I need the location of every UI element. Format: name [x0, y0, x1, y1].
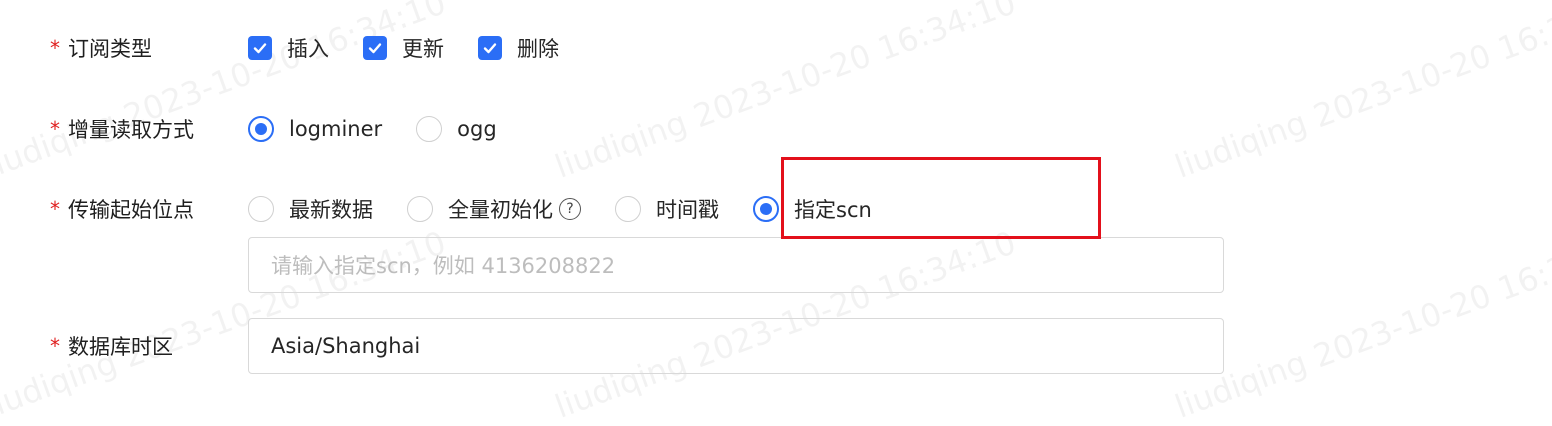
delete-checkbox-label[interactable]: 删除 [517, 33, 559, 63]
timestamp-radio[interactable] [615, 196, 641, 222]
subscribe-type-label-text: 订阅类型 [68, 37, 152, 61]
update-checkbox-label[interactable]: 更新 [402, 33, 444, 63]
insert-checkbox[interactable] [248, 36, 272, 60]
full-init-radio[interactable] [407, 196, 433, 222]
specified-scn-radio-label[interactable]: 指定scn [794, 194, 872, 224]
required-mark: * [50, 197, 60, 221]
logminer-radio[interactable] [248, 116, 274, 142]
incremental-read-label: * 增量读取方式 [50, 111, 194, 147]
latest-data-radio[interactable] [248, 196, 274, 222]
logminer-radio-label[interactable]: logminer [289, 117, 382, 141]
start-position-label: * 传输起始位点 [50, 191, 194, 227]
check-icon [368, 43, 382, 54]
check-icon [253, 43, 267, 54]
watermark-text: liudiqing 2023-10-20 16:34:10 [0, 0, 451, 186]
latest-data-radio-label[interactable]: 最新数据 [289, 194, 373, 224]
subscribe-type-options: 插入 更新 删除 [248, 30, 559, 66]
incremental-read-label-text: 增量读取方式 [68, 118, 194, 142]
start-position-label-text: 传输起始位点 [68, 198, 194, 222]
required-mark: * [50, 36, 60, 60]
check-icon [483, 43, 497, 54]
watermark-text: liudiqing 2023-10-20 16:34:10 [1170, 223, 1552, 426]
insert-checkbox-label[interactable]: 插入 [287, 33, 329, 63]
incremental-read-options: logminer ogg [248, 111, 497, 147]
db-timezone-value: Asia/Shanghai [271, 334, 421, 358]
timestamp-radio-label[interactable]: 时间戳 [656, 194, 719, 224]
update-checkbox[interactable] [363, 36, 387, 60]
db-timezone-input[interactable]: Asia/Shanghai [248, 318, 1224, 374]
subscribe-type-label: * 订阅类型 [50, 30, 152, 66]
db-timezone-label-text: 数据库时区 [68, 335, 173, 359]
specified-scn-radio[interactable] [753, 196, 779, 222]
required-mark: * [50, 334, 60, 358]
watermark-text: liudiqing 2023-10-20 16:34:10 [550, 0, 1021, 186]
question-circle-icon[interactable]: ? [559, 198, 581, 220]
scn-input-placeholder: 请输入指定scn，例如 4136208822 [271, 254, 616, 278]
delete-checkbox[interactable] [478, 36, 502, 60]
start-position-options: 最新数据 全量初始化 ? 时间戳 指定scn [248, 191, 872, 227]
full-init-radio-label[interactable]: 全量初始化 [448, 194, 553, 224]
scn-input[interactable]: 请输入指定scn，例如 4136208822 [248, 237, 1224, 293]
ogg-radio[interactable] [416, 116, 443, 142]
required-mark: * [50, 117, 60, 141]
db-timezone-label: * 数据库时区 [50, 328, 173, 364]
watermark-text: liudiqing 2023-10-20 16:34:10 [1170, 0, 1552, 186]
ogg-radio-label[interactable]: ogg [457, 117, 497, 141]
